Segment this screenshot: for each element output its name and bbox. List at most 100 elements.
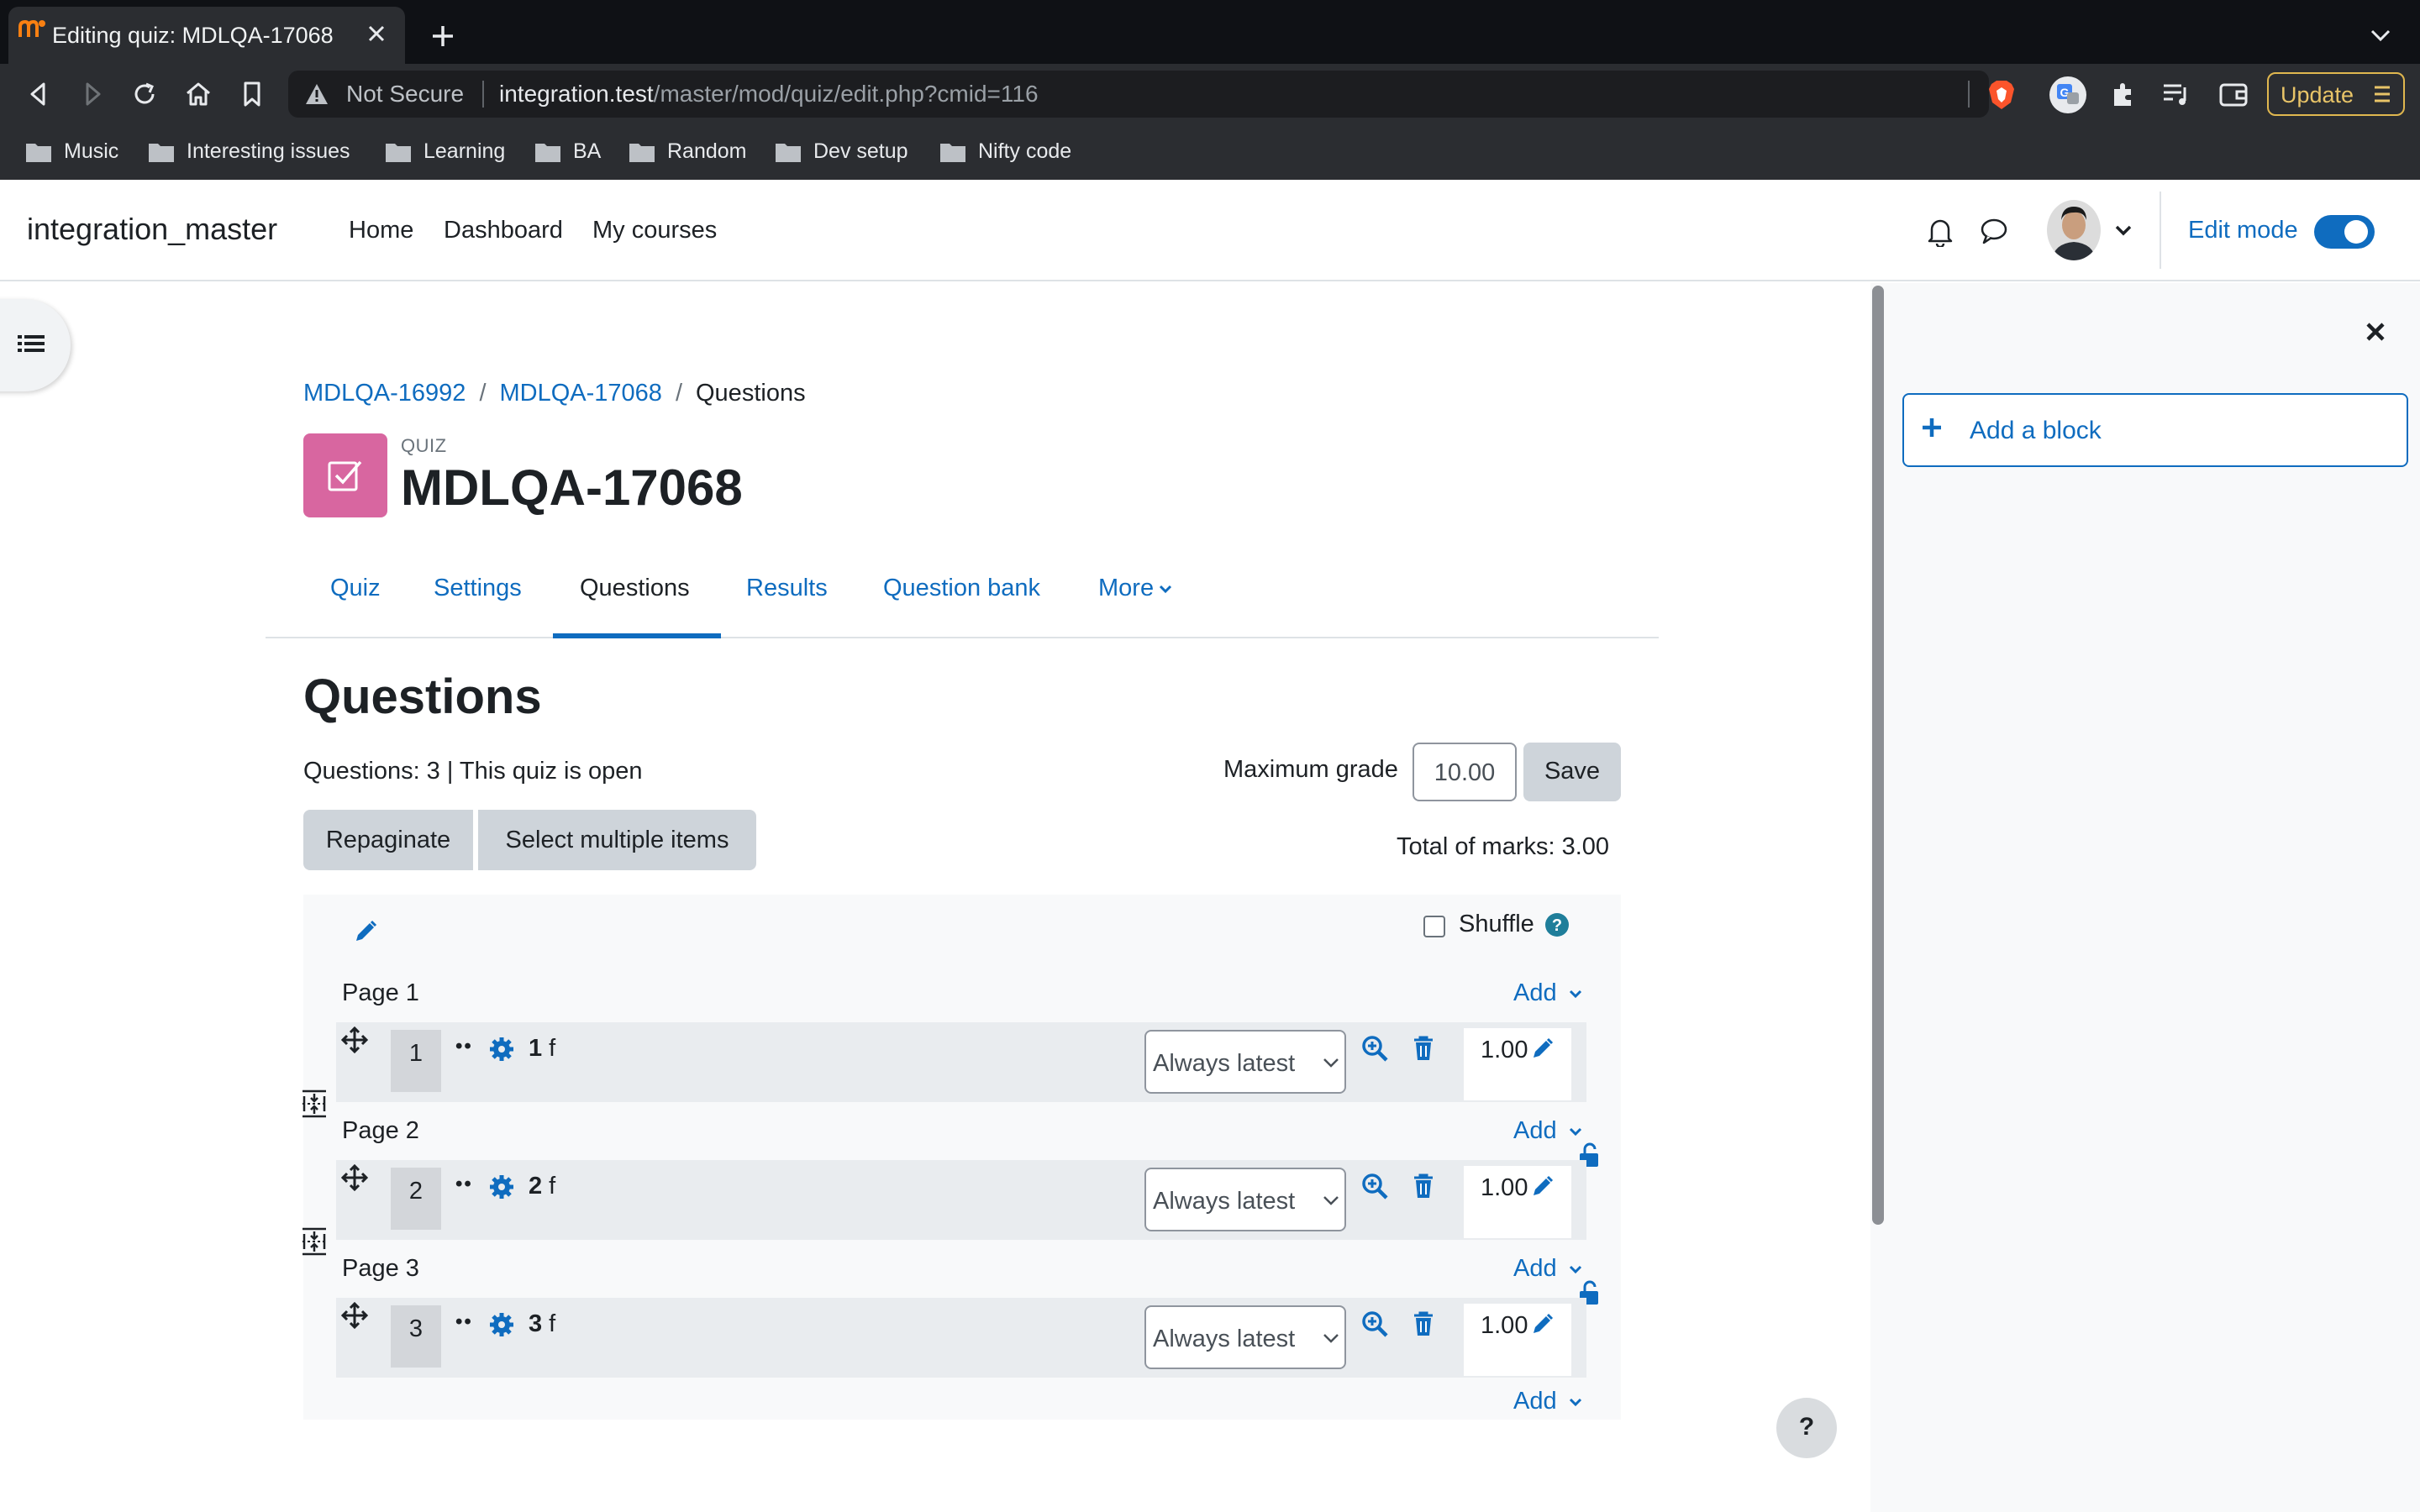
add-menu[interactable]: Add [1513, 1117, 1582, 1145]
preview-magnifier-icon[interactable] [1361, 1035, 1388, 1062]
back-icon[interactable] [24, 79, 54, 109]
version-select[interactable]: Always latest [1144, 1030, 1346, 1094]
tab-more[interactable]: More [1098, 575, 1172, 602]
help-button[interactable]: ? [1776, 1398, 1837, 1458]
move-icon[interactable] [341, 1302, 368, 1329]
max-mark[interactable]: 1.00 [1464, 1028, 1571, 1100]
page-label: Page 2 [342, 1117, 419, 1144]
question-type-dots: •• [455, 1310, 473, 1333]
help-icon[interactable]: ? [1544, 912, 1570, 937]
max-mark[interactable]: 1.00 [1464, 1166, 1571, 1238]
bookmark-label: Interesting issues [187, 139, 350, 163]
tab-title: Editing quiz: MDLQA-17068 [52, 23, 334, 48]
breadcrumb-course[interactable]: MDLQA-16992 [303, 380, 466, 407]
address-divider [482, 81, 484, 108]
folder-icon [776, 144, 801, 162]
media-controls-icon[interactable] [2161, 81, 2191, 108]
question-text: f [549, 1173, 556, 1200]
scrollbar-thumb[interactable] [1872, 286, 1884, 1225]
pencil-icon[interactable] [353, 919, 378, 944]
tab-settings[interactable]: Settings [434, 575, 522, 602]
forward-icon[interactable] [77, 79, 108, 109]
bookmark-label: Learning [424, 139, 506, 163]
preview-magnifier-icon[interactable] [1361, 1173, 1388, 1200]
notifications-bell-icon[interactable] [1926, 215, 1954, 247]
user-menu-chevron-icon[interactable] [2114, 223, 2133, 237]
brave-shields-icon[interactable] [1986, 79, 2017, 111]
pencil-icon[interactable] [1531, 1312, 1555, 1336]
question-slot [336, 1022, 1586, 1102]
bookmarks-bar [0, 124, 2420, 180]
gear-icon [489, 1037, 514, 1062]
url-text[interactable]: integration.test/master/mod/quiz/edit.ph… [499, 81, 1039, 108]
page-break-icon[interactable] [301, 1089, 328, 1119]
delete-trash-icon[interactable] [1413, 1311, 1434, 1336]
svg-text:?: ? [1552, 916, 1562, 935]
question-name[interactable]: 2f [529, 1173, 555, 1200]
bookmark-label: Dev setup [813, 139, 908, 163]
bookmark-label: Random [667, 139, 747, 163]
tab-question-bank[interactable]: Question bank [883, 575, 1040, 602]
add-menu[interactable]: Add [1513, 979, 1582, 1007]
breadcrumb-separator: / [675, 380, 682, 407]
moodle-favicon-icon [18, 18, 47, 39]
extensions-icon[interactable] [2109, 81, 2138, 109]
site-name[interactable]: integration_master [27, 212, 277, 247]
user-avatar[interactable] [2047, 200, 2101, 260]
reload-icon[interactable] [129, 79, 160, 109]
move-icon[interactable] [341, 1164, 368, 1191]
close-drawer-icon[interactable] [2365, 321, 2386, 343]
save-button[interactable]: Save [1523, 743, 1621, 801]
pencil-icon[interactable] [1531, 1174, 1555, 1198]
update-label: Update [2281, 82, 2354, 108]
preview-magnifier-icon[interactable] [1361, 1310, 1388, 1337]
security-label[interactable]: Not Secure [346, 81, 464, 108]
translate-icon[interactable]: G [2049, 76, 2087, 114]
version-select[interactable]: Always latest [1144, 1305, 1346, 1369]
add-menu[interactable]: Add [1513, 1255, 1582, 1283]
breadcrumb-quiz[interactable]: MDLQA-17068 [500, 380, 662, 407]
slot-number: 2 [391, 1168, 441, 1230]
version-select[interactable]: Always latest [1144, 1168, 1346, 1231]
tab-results[interactable]: Results [746, 575, 828, 602]
new-tab-icon[interactable] [430, 24, 455, 49]
shuffle-label: Shuffle [1459, 911, 1534, 937]
list-icon [17, 333, 45, 358]
max-mark[interactable]: 1.00 [1464, 1304, 1571, 1376]
question-name[interactable]: 1f [529, 1035, 555, 1063]
nav-home[interactable]: Home [349, 217, 413, 244]
warning-icon[interactable] [304, 82, 329, 106]
bookmark-icon[interactable] [237, 79, 267, 109]
max-mark-value: 1.00 [1481, 1312, 1528, 1339]
chevron-down-icon [1569, 1266, 1581, 1274]
add-menu[interactable]: Add [1513, 1388, 1582, 1415]
question-text: f [549, 1035, 556, 1062]
tab-questions[interactable]: Questions [580, 575, 690, 602]
repaginate-button[interactable]: Repaginate [303, 810, 473, 870]
question-name[interactable]: 3f [529, 1310, 555, 1338]
nav-dashboard[interactable]: Dashboard [444, 217, 563, 244]
url-path: /master/mod/quiz/edit.php?cmid=116 [653, 81, 1039, 107]
shuffle-checkbox[interactable] [1423, 916, 1445, 937]
page-label: Page 1 [342, 979, 419, 1006]
edit-mode-label[interactable]: Edit mode [2188, 217, 2298, 244]
nav-my-courses[interactable]: My courses [592, 217, 717, 244]
maximum-grade-label: Maximum grade [1223, 756, 1398, 783]
question-slot [336, 1160, 1586, 1240]
delete-trash-icon[interactable] [1413, 1036, 1434, 1061]
maximum-grade-input[interactable]: 10.00 [1413, 743, 1517, 801]
messages-chat-icon[interactable] [1980, 217, 2008, 245]
tab-list-chevron-icon[interactable] [2370, 27, 2391, 44]
move-icon[interactable] [341, 1026, 368, 1053]
pencil-icon[interactable] [1531, 1037, 1555, 1060]
wallet-icon[interactable] [2218, 81, 2249, 108]
tab-quiz[interactable]: Quiz [330, 575, 381, 602]
quiz-status-text: Questions: 3 | This quiz is open [303, 758, 643, 785]
select-multiple-button[interactable]: Select multiple items [478, 810, 756, 870]
home-icon[interactable] [183, 79, 213, 109]
tab-close-icon[interactable] [366, 24, 387, 44]
bookmark-label: BA [573, 139, 602, 163]
delete-trash-icon[interactable] [1413, 1173, 1434, 1199]
page-break-icon[interactable] [301, 1226, 328, 1257]
question-type-dots: •• [455, 1173, 473, 1195]
